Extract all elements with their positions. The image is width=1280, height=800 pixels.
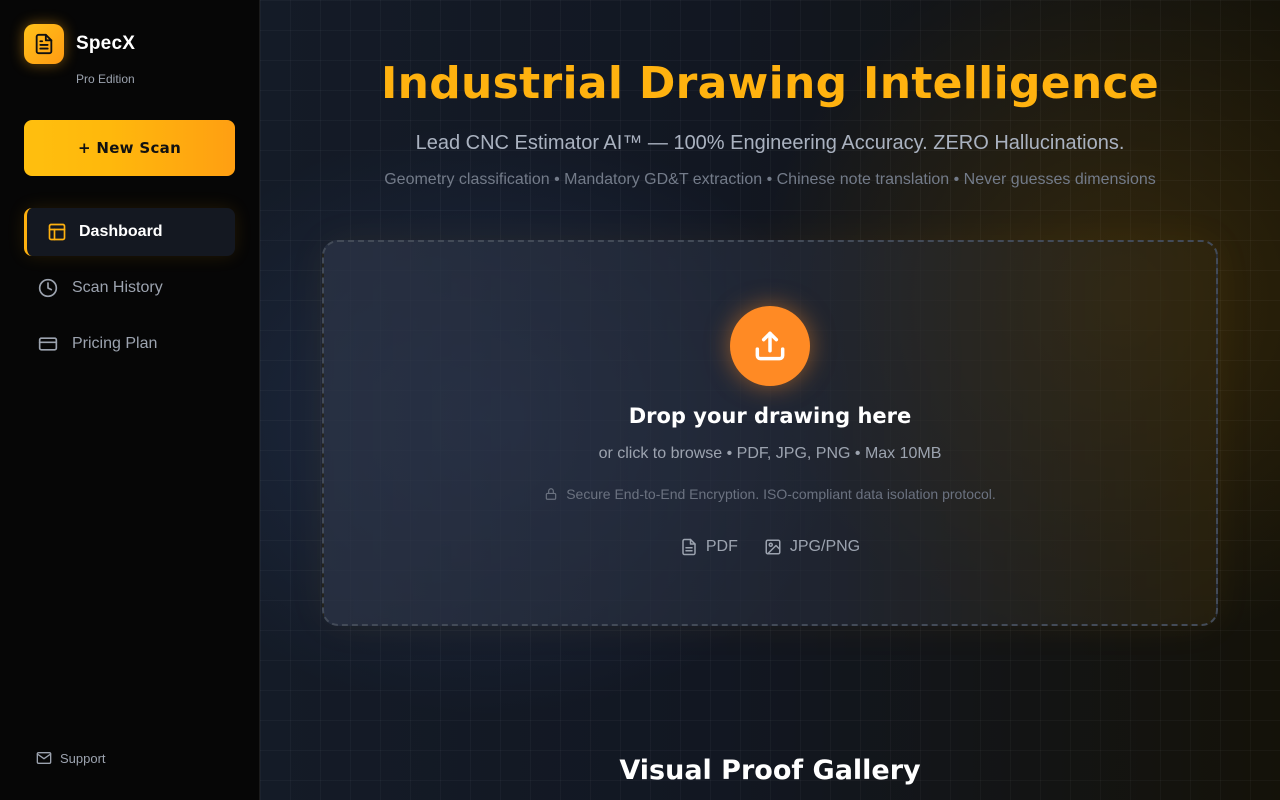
credit-card-icon xyxy=(38,334,58,354)
page-title: Industrial Drawing Intelligence xyxy=(380,58,1160,109)
upload-icon[interactable] xyxy=(730,306,810,386)
dropzone-subtitle: or click to browse • PDF, JPG, PNG • Max… xyxy=(598,445,942,462)
document-icon xyxy=(24,24,64,64)
new-scan-button[interactable]: + New Scan xyxy=(24,120,235,176)
format-image: JPG/PNG xyxy=(764,538,860,556)
sidebar-item-scan-history[interactable]: Scan History xyxy=(24,264,235,312)
format-label: PDF xyxy=(705,538,738,555)
sidebar-item-label: Scan History xyxy=(72,279,163,296)
clock-icon xyxy=(38,278,58,298)
layout-icon xyxy=(47,222,67,242)
sidebar-item-pricing-plan[interactable]: Pricing Plan xyxy=(24,320,235,368)
secure-note: Secure End-to-End Encryption. ISO-compli… xyxy=(324,486,1216,502)
sidebar-nav: Dashboard Scan History Pricing Plan xyxy=(24,208,235,376)
image-icon xyxy=(764,538,782,556)
dropzone-title: Drop your drawing here xyxy=(628,404,912,428)
file-icon xyxy=(680,538,698,556)
support-label: Support xyxy=(60,750,106,766)
hero-tags: Geometry classification • Mandatory GD&T… xyxy=(384,171,1156,188)
format-label: JPG/PNG xyxy=(789,538,861,555)
sidebar-item-label: Pricing Plan xyxy=(72,335,158,352)
sidebar: SpecX Pro Edition + New Scan Dashboard S… xyxy=(0,0,260,800)
sidebar-item-dashboard[interactable]: Dashboard xyxy=(24,208,235,256)
main-content: Industrial Drawing Intelligence Lead CNC… xyxy=(260,0,1280,800)
sidebar-item-label: Dashboard xyxy=(79,223,163,240)
secure-text: Secure End-to-End Encryption. ISO-compli… xyxy=(566,486,996,502)
gallery-title: Visual Proof Gallery xyxy=(619,755,921,786)
mail-icon xyxy=(36,750,52,766)
accepted-formats: PDF JPG/PNG xyxy=(324,538,1216,556)
brand-edition: Pro Edition xyxy=(76,72,135,86)
support-link[interactable]: Support xyxy=(36,750,106,766)
hero-subtitle: Lead CNC Estimator AI™ — 100% Engineerin… xyxy=(415,132,1125,154)
brand-name: SpecX xyxy=(76,33,136,54)
brand[interactable]: SpecX xyxy=(24,24,135,64)
lock-icon xyxy=(544,487,558,501)
upload-dropzone[interactable]: Drop your drawing here or click to brows… xyxy=(322,240,1218,626)
format-pdf: PDF xyxy=(680,538,738,556)
